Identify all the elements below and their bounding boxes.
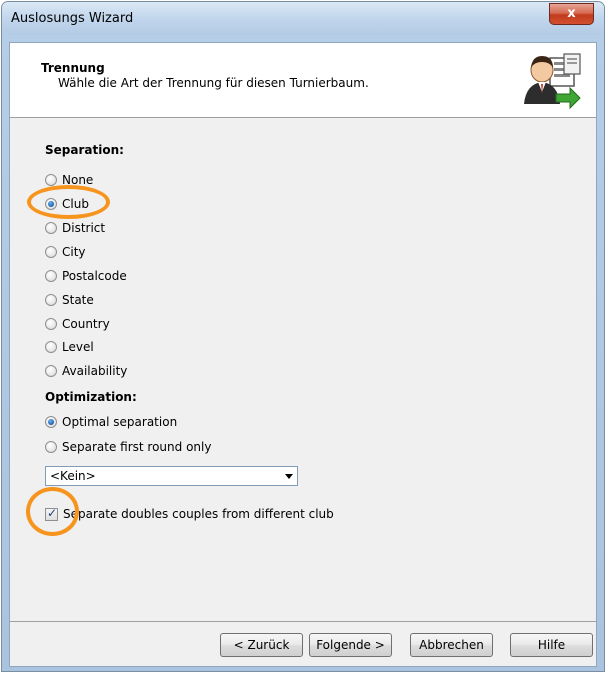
radio-separation-club[interactable]: Club	[45, 195, 89, 213]
radio-separation-availability[interactable]: Availability	[45, 362, 127, 380]
wizard-client-area: Trennung Wähle die Art der Trennung für …	[9, 42, 597, 667]
checkbox-label: Separate doubles couples from different …	[63, 507, 334, 521]
radio-button[interactable]	[45, 270, 57, 282]
help-button[interactable]: Hilfe	[510, 633, 593, 657]
radio-button[interactable]	[45, 222, 57, 234]
page-subtitle: Wähle die Art der Trennung für diesen Tu…	[58, 76, 369, 90]
separate-doubles-checkbox[interactable]	[45, 506, 58, 521]
radio-label: Level	[62, 340, 94, 354]
close-button[interactable]: x	[549, 3, 594, 25]
wizard-user-icon	[524, 53, 581, 110]
separation-label: Separation:	[45, 143, 124, 157]
radio-label: None	[62, 173, 94, 187]
radio-separation-level[interactable]: Level	[45, 338, 94, 356]
radio-label: Availability	[62, 364, 128, 378]
radio-separate-first-round[interactable]: Separate first round only	[45, 438, 211, 456]
radio-button[interactable]	[45, 198, 57, 210]
radio-separation-city[interactable]: City	[45, 243, 86, 261]
radio-label: City	[62, 245, 86, 259]
wizard-window: Auslosungs Wizard x Trennung Wähle die A…	[1, 1, 605, 672]
radio-separation-state[interactable]: State	[45, 291, 94, 309]
next-button[interactable]: Folgende >	[309, 633, 392, 657]
radio-button[interactable]	[45, 294, 57, 306]
radio-label: Club	[62, 197, 89, 211]
radio-label: Postalcode	[62, 269, 127, 283]
radio-label: Country	[62, 317, 110, 331]
radio-button[interactable]	[45, 246, 57, 258]
radio-label: District	[62, 221, 106, 235]
title-bar: Auslosungs Wizard x	[2, 2, 604, 35]
wizard-header: Trennung Wähle die Art der Trennung für …	[10, 43, 596, 118]
optimization-combo[interactable]: <Kein>	[45, 466, 298, 486]
cancel-button[interactable]: Abbrechen	[410, 633, 493, 657]
radio-button[interactable]	[45, 341, 57, 353]
chevron-down-icon[interactable]	[285, 474, 293, 479]
radio-separation-postalcode[interactable]: Postalcode	[45, 267, 127, 285]
radio-button[interactable]	[45, 441, 57, 453]
optimization-label: Optimization:	[45, 390, 137, 404]
back-button[interactable]: < Zurück	[220, 633, 303, 657]
separate-doubles-option[interactable]: Separate doubles couples from different …	[45, 505, 334, 523]
radio-separation-none[interactable]: None	[45, 171, 93, 189]
radio-label: Optimal separation	[62, 415, 178, 429]
radio-button[interactable]	[45, 318, 57, 330]
radio-separation-district[interactable]: District	[45, 219, 105, 237]
footer-divider	[10, 621, 596, 622]
window-title: Auslosungs Wizard	[11, 11, 134, 26]
radio-optimal-separation[interactable]: Optimal separation	[45, 413, 177, 431]
radio-button[interactable]	[45, 416, 57, 428]
radio-separation-country[interactable]: Country	[45, 315, 110, 333]
radio-button[interactable]	[45, 174, 57, 186]
combo-value: <Kein>	[50, 469, 96, 483]
radio-button[interactable]	[45, 365, 57, 377]
close-icon: x	[567, 6, 576, 21]
page-title: Trennung	[41, 61, 105, 75]
radio-label: Separate first round only	[62, 440, 212, 454]
radio-label: State	[62, 293, 94, 307]
